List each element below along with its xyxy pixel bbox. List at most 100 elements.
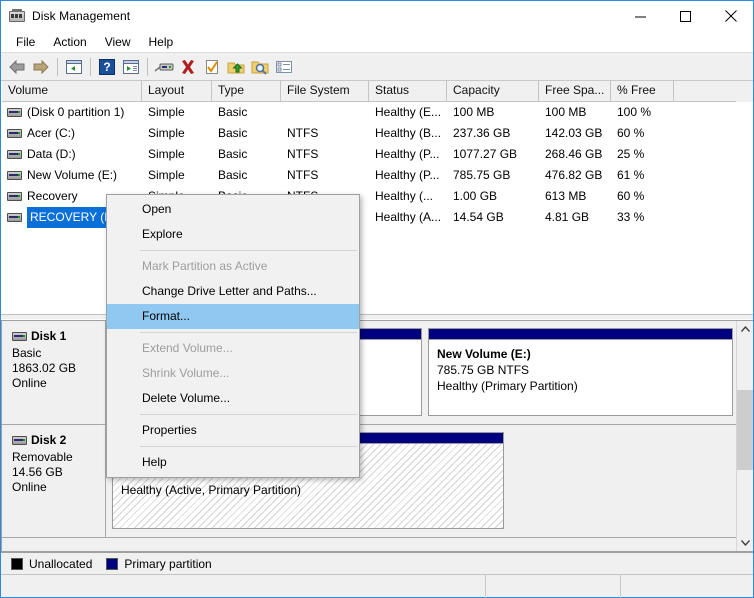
cell-blank [674, 186, 736, 207]
cell-layout: Simple [142, 123, 212, 144]
disk-name: Disk 1 [31, 329, 66, 343]
disk-size: 14.56 GB [12, 465, 105, 480]
folder-up-icon[interactable] [224, 55, 248, 79]
show-hide-console-tree-icon[interactable] [62, 55, 86, 79]
table-row[interactable]: Data (D:)SimpleBasicNTFSHealthy (P...107… [2, 144, 753, 165]
check-icon[interactable] [200, 55, 224, 79]
column-header-layout[interactable]: Layout [142, 81, 212, 102]
cell-free: 268.46 GB [539, 144, 611, 165]
volume-name-cell[interactable]: New Volume (E:) [2, 165, 142, 186]
title-bar: Disk Management [1, 1, 753, 31]
rescan-disks-icon[interactable] [152, 55, 176, 79]
volume-name-cell[interactable]: Acer (C:) [2, 123, 142, 144]
column-header-file-system[interactable]: File System [281, 81, 369, 102]
context-menu-item[interactable]: Help [107, 450, 359, 475]
column-header-blank[interactable] [674, 81, 736, 102]
context-menu-item[interactable]: Explore [107, 222, 359, 247]
column-header-capacity[interactable]: Capacity [447, 81, 539, 102]
cell-type: Basic [212, 102, 281, 123]
cell-blank [674, 102, 736, 123]
disk-type: Basic [12, 346, 105, 361]
cell-free: 476.82 GB [539, 165, 611, 186]
help-icon[interactable]: ? [95, 55, 119, 79]
cell-status: Healthy (P... [369, 165, 447, 186]
toolbar: ? [1, 53, 753, 81]
cell-capacity: 785.75 GB [447, 165, 539, 186]
context-menu-item[interactable]: Properties [107, 418, 359, 443]
volume-icon [7, 129, 22, 138]
menu-action[interactable]: Action [44, 32, 95, 52]
status-segment-tertiary [621, 575, 753, 598]
disk-icon [12, 436, 27, 445]
cell-filesystem: NTFS [281, 123, 369, 144]
table-row[interactable]: New Volume (E:)SimpleBasicNTFSHealthy (P… [2, 165, 753, 186]
context-menu-item[interactable]: Delete Volume... [107, 386, 359, 411]
cell-capacity: 1077.27 GB [447, 144, 539, 165]
menu-file[interactable]: File [7, 32, 44, 52]
cell-blank [674, 123, 736, 144]
close-button[interactable] [708, 1, 753, 31]
legend-item: Primary partition [106, 557, 211, 571]
partition-block[interactable]: New Volume (E:)785.75 GB NTFSHealthy (Pr… [428, 328, 733, 416]
properties-window-icon[interactable] [119, 55, 143, 79]
cell-blank [674, 144, 736, 165]
list-view-icon[interactable] [272, 55, 296, 79]
column-header-status[interactable]: Status [369, 81, 447, 102]
context-menu-item[interactable]: Change Drive Letter and Paths... [107, 279, 359, 304]
legend-swatch [11, 558, 23, 570]
delete-icon[interactable] [176, 55, 200, 79]
scroll-up-arrow-icon[interactable] [737, 321, 753, 338]
maximize-button[interactable] [663, 1, 708, 31]
cell-free: 613 MB [539, 186, 611, 207]
cell-layout: Simple [142, 165, 212, 186]
cell-blank [674, 165, 736, 186]
disk-info-panel[interactable]: Disk 1Basic1863.02 GBOnline [2, 321, 106, 424]
column-header-free[interactable]: % Free [611, 81, 674, 102]
disk-management-icon [9, 8, 25, 24]
forward-icon[interactable] [29, 55, 53, 79]
minimize-button[interactable] [618, 1, 663, 31]
volume-name-cell[interactable]: Data (D:) [2, 144, 142, 165]
scrollbar-thumb[interactable] [737, 390, 753, 470]
table-row[interactable]: Acer (C:)SimpleBasicNTFSHealthy (B...237… [2, 123, 753, 144]
context-menu-item[interactable]: Format... [107, 304, 359, 329]
column-header-type[interactable]: Type [212, 81, 281, 102]
context-menu-item: Mark Partition as Active [107, 254, 359, 279]
cell-filesystem [281, 102, 369, 123]
cell-status: Healthy (B... [369, 123, 447, 144]
volume-label: Acer (C:) [27, 123, 75, 144]
folder-search-icon[interactable] [248, 55, 272, 79]
cell-free: 100 MB [539, 102, 611, 123]
cell-capacity: 1.00 GB [447, 186, 539, 207]
menu-help[interactable]: Help [140, 32, 183, 52]
partition-health: Healthy (Primary Partition) [437, 378, 732, 394]
column-header-volume[interactable]: Volume [2, 81, 142, 102]
disk-management-window: Disk Management File Action View Help [0, 0, 754, 598]
back-icon[interactable] [5, 55, 29, 79]
context-menu[interactable]: OpenExplore Mark Partition as ActiveChang… [106, 194, 360, 478]
cell-percent_free: 100 % [611, 102, 674, 123]
context-menu-separator [140, 446, 357, 447]
column-header-free-spa[interactable]: Free Spa... [539, 81, 611, 102]
scroll-down-arrow-icon[interactable] [737, 534, 753, 551]
context-menu-item: Extend Volume... [107, 336, 359, 361]
disk-size: 1863.02 GB [12, 361, 105, 376]
status-segment-main [1, 575, 486, 598]
context-menu-item[interactable]: Open [107, 197, 359, 222]
scrollbar-track[interactable] [737, 338, 753, 534]
cell-percent_free: 33 % [611, 207, 674, 228]
volume-icon [7, 171, 22, 180]
volume-name-cell[interactable]: (Disk 0 partition 1) [2, 102, 142, 123]
partition-health: Healthy (Active, Primary Partition) [121, 482, 503, 498]
disk-info-panel[interactable]: Disk 2Removable14.56 GBOnline [2, 425, 106, 537]
partition-size-fs: 785.75 GB NTFS [437, 362, 732, 378]
menu-view[interactable]: View [96, 32, 140, 52]
cell-filesystem: NTFS [281, 144, 369, 165]
cell-status: Healthy (P... [369, 144, 447, 165]
volume-list-header: VolumeLayoutTypeFile SystemStatusCapacit… [2, 81, 753, 102]
vertical-scrollbar[interactable] [736, 321, 753, 551]
table-row[interactable]: (Disk 0 partition 1)SimpleBasicHealthy (… [2, 102, 753, 123]
cell-status: Healthy (E... [369, 102, 447, 123]
disk-icon [12, 332, 27, 341]
svg-text:?: ? [103, 60, 110, 74]
